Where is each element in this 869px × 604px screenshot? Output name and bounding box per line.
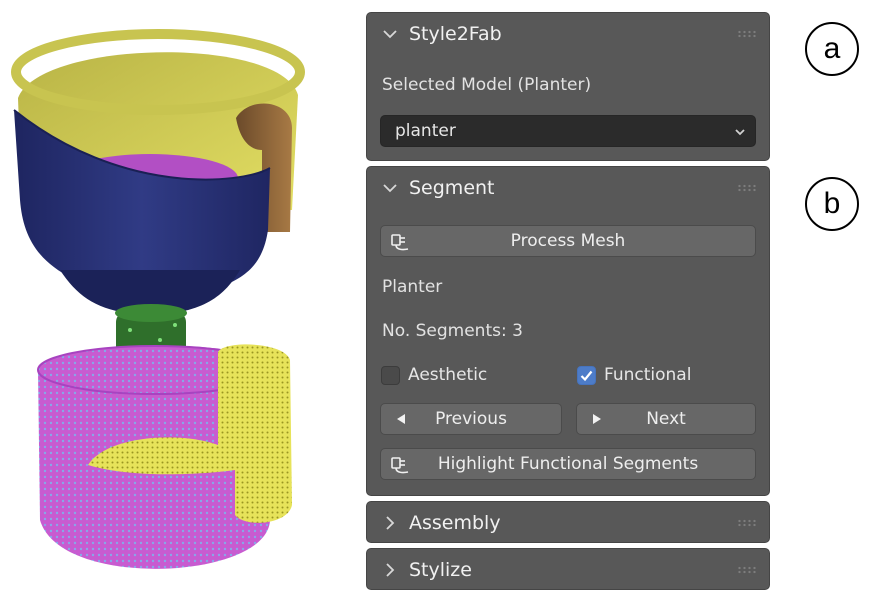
aesthetic-checkbox[interactable]: Aesthetic	[381, 365, 487, 385]
segment-panel: Segment Process Mesh Planter No. Segment…	[366, 166, 770, 496]
plug-icon	[391, 234, 409, 251]
triangle-right-icon	[593, 414, 601, 424]
segment-count-text: No. Segments: 3	[382, 321, 523, 341]
annotation-b-label: b	[823, 187, 841, 220]
upper-cup-segments	[11, 29, 305, 316]
grip-icon[interactable]	[737, 184, 757, 192]
assembly-header[interactable]: Assembly	[367, 502, 769, 544]
style2fab-panel: Style2Fab Selected Model (Planter) plant…	[366, 12, 770, 161]
selected-model-label: Selected Model (Planter)	[382, 75, 592, 95]
functional-checkbox[interactable]: Functional	[577, 365, 691, 385]
planter-mesh-render	[11, 29, 305, 569]
lower-cup-pointcloud	[37, 344, 292, 569]
assembly-panel: Assembly	[366, 501, 770, 543]
style2fab-title: Style2Fab	[409, 23, 502, 45]
highlight-functional-label: Highlight Functional Segments	[437, 454, 699, 474]
previous-button[interactable]: Previous	[380, 403, 562, 435]
aesthetic-checkbox-box[interactable]	[381, 365, 400, 385]
checkmark-icon	[580, 370, 593, 381]
stylize-panel: Stylize	[366, 548, 770, 590]
model-dropdown[interactable]: planter	[380, 115, 756, 147]
dropdown-caret-icon	[735, 129, 745, 136]
grip-icon[interactable]	[737, 519, 757, 527]
assembly-title: Assembly	[409, 512, 501, 534]
chevron-right-icon	[386, 516, 395, 530]
triangle-left-icon	[397, 414, 405, 424]
previous-label: Previous	[435, 409, 507, 429]
annotation-a-label: a	[823, 32, 841, 65]
functional-checkbox-box[interactable]	[577, 365, 596, 385]
annotation-a: a	[805, 22, 859, 76]
chevron-down-icon	[383, 30, 397, 39]
functional-label: Functional	[604, 365, 692, 385]
model-dropdown-value: planter	[395, 121, 456, 141]
plug-icon	[391, 457, 409, 474]
grip-icon[interactable]	[737, 566, 757, 574]
annotation-b: b	[805, 177, 859, 231]
stylize-header[interactable]: Stylize	[367, 549, 769, 591]
model-name-text: Planter	[382, 277, 443, 297]
highlight-functional-button[interactable]: Highlight Functional Segments	[380, 448, 756, 480]
segment-title: Segment	[409, 177, 495, 199]
next-button[interactable]: Next	[576, 403, 756, 435]
process-mesh-label: Process Mesh	[510, 231, 626, 251]
chevron-down-icon	[383, 184, 397, 193]
process-mesh-button[interactable]: Process Mesh	[380, 225, 756, 257]
stylize-title: Stylize	[409, 559, 472, 581]
next-label: Next	[646, 409, 686, 429]
aesthetic-label: Aesthetic	[408, 365, 488, 385]
segment-header[interactable]: Segment	[367, 167, 769, 209]
chevron-right-icon	[386, 563, 395, 577]
mesh-viewport[interactable]	[0, 0, 330, 600]
grip-icon[interactable]	[737, 30, 757, 38]
style2fab-header[interactable]: Style2Fab	[367, 13, 769, 55]
